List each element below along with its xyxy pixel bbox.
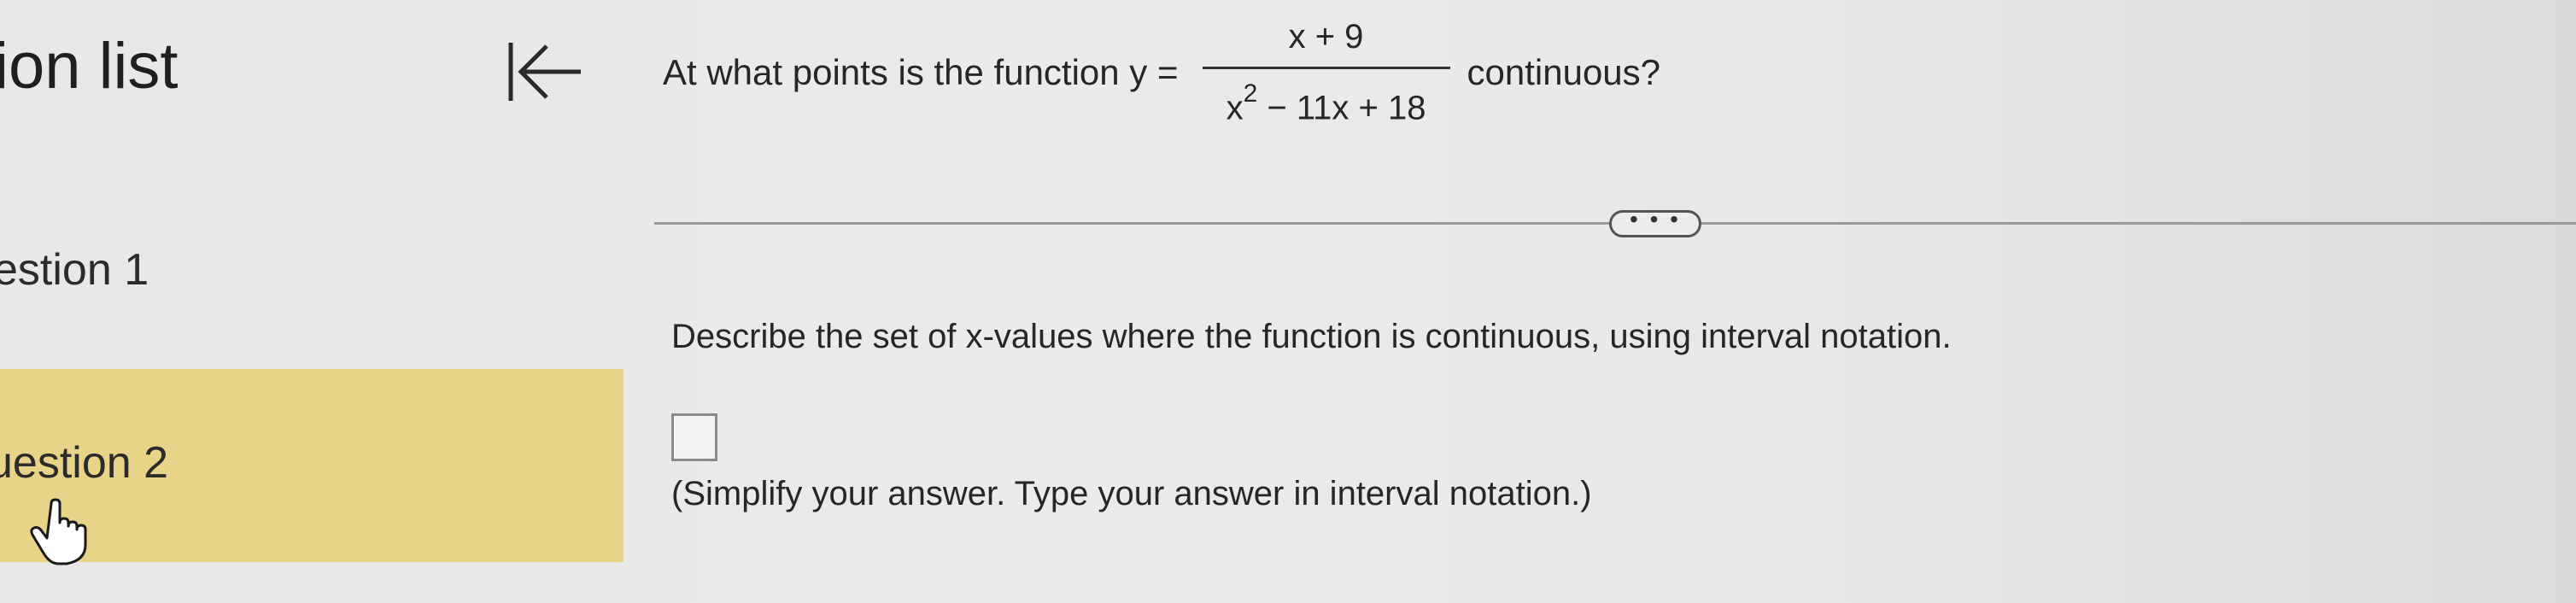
hand-pointer-icon — [30, 498, 87, 565]
collapse-left-icon[interactable] — [506, 38, 584, 106]
denominator-variable: x — [1226, 89, 1244, 127]
more-button[interactable]: • • • — [1609, 206, 1701, 237]
question-prefix: At what points is the function y = — [663, 52, 1179, 92]
hint-text: (Simplify your answer. Type your answer … — [671, 475, 1592, 512]
sidebar-item-question-2[interactable]: uestion 2 — [0, 369, 624, 565]
function-fraction: x + 9 x2 − 11x + 18 — [1202, 17, 1450, 127]
sidebar-title: tion list — [0, 30, 179, 102]
fraction-denominator: x2 − 11x + 18 — [1227, 69, 1426, 127]
sidebar-item-question-1[interactable]: estion 1 — [0, 231, 624, 333]
answer-input[interactable] — [671, 413, 717, 461]
question-suffix: continuous? — [1467, 52, 1661, 92]
question-text: At what points is the function y = x + 9… — [663, 0, 1660, 145]
denominator-exponent: 2 — [1243, 79, 1258, 108]
instruction-text: Describe the set of x-values where the f… — [671, 318, 1952, 355]
more-button-label: • • • — [1630, 206, 1681, 232]
sidebar-item-label: uestion 2 — [0, 438, 169, 488]
sidebar-item-label: estion 1 — [0, 245, 149, 295]
fraction-numerator: x + 9 — [1288, 17, 1364, 56]
denominator-terms: − 11x + 18 — [1257, 89, 1426, 127]
question-panel: At what points is the function y = x + 9… — [624, 0, 2576, 603]
